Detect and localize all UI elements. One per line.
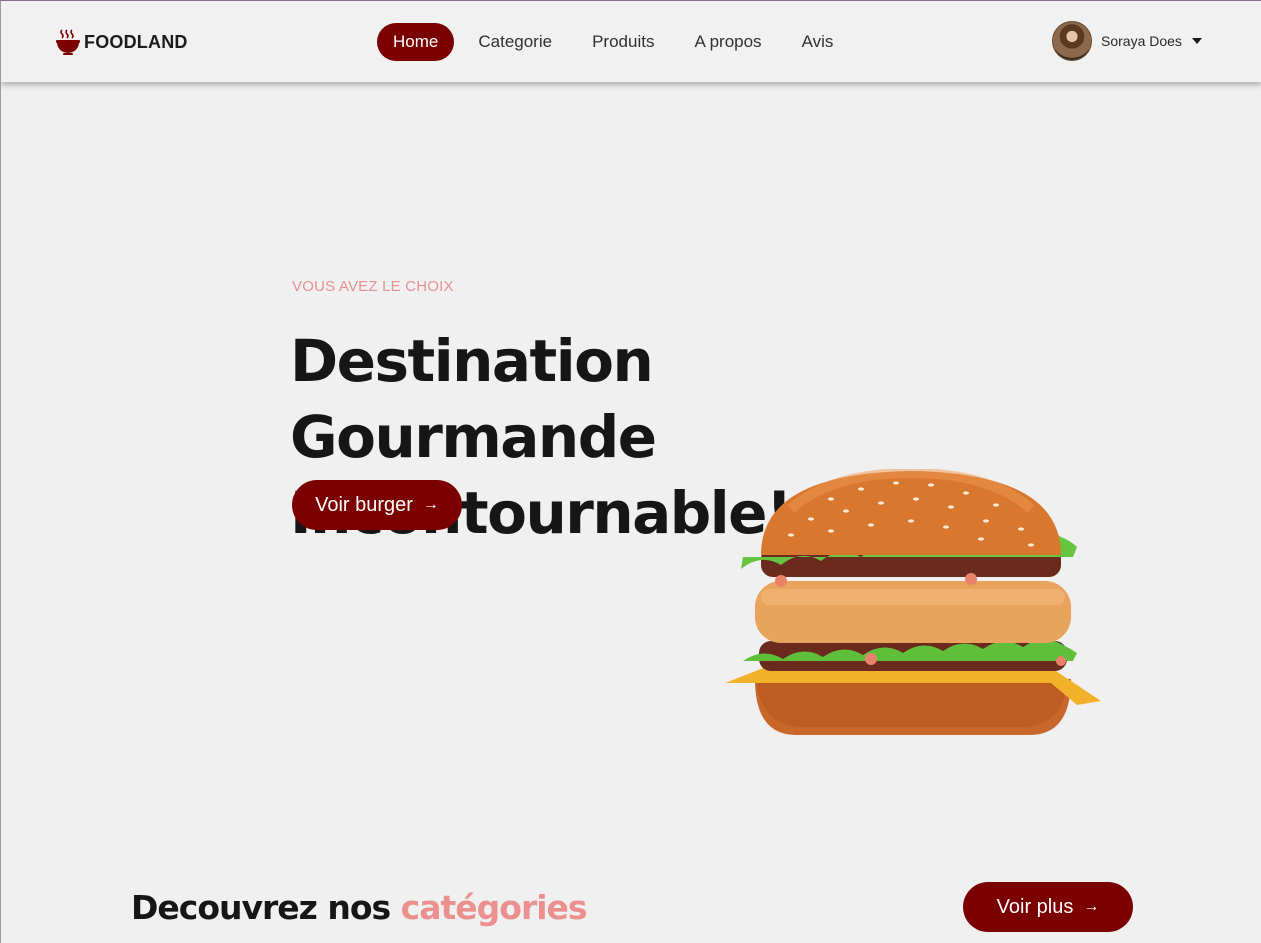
burger-image [725, 469, 1101, 735]
user-name: Soraya Does [1101, 33, 1182, 49]
steaming-bowl-icon [56, 29, 80, 55]
arrow-right-icon: → [422, 496, 439, 513]
nav-avis[interactable]: Avis [782, 23, 854, 61]
hero-title-line1: Destination Gourmande [290, 327, 657, 471]
caret-down-icon[interactable] [1191, 38, 1202, 44]
voir-plus-label: Voir plus [996, 895, 1074, 918]
avatar [1052, 21, 1092, 61]
voir-burger-button[interactable]: Voir burger → [292, 480, 462, 530]
voir-plus-button[interactable]: Voir plus → [963, 882, 1133, 932]
navbar: FOODLAND Home Categorie Produits A propo… [1, 1, 1261, 82]
categories-title-prefix: Decouvrez nos [131, 888, 391, 927]
arrow-right-icon: → [1083, 898, 1100, 915]
page: FOODLAND Home Categorie Produits A propo… [0, 0, 1261, 943]
brand-name: FOODLAND [84, 31, 188, 52]
categories-title-accent: catégories [400, 888, 588, 927]
nav-categorie[interactable]: Categorie [458, 23, 572, 61]
voir-burger-label: Voir burger [315, 493, 413, 516]
brand-logo[interactable]: FOODLAND [54, 28, 188, 56]
categories-title: Decouvrez nos catégories [131, 888, 588, 927]
nav-home[interactable]: Home [377, 23, 455, 61]
user-menu[interactable]: Soraya Does [1052, 21, 1202, 61]
nav-a-propos[interactable]: A propos [674, 23, 781, 61]
main-nav: Home Categorie Produits A propos Avis [377, 23, 853, 61]
hero-eyebrow: VOUS AVEZ LE CHOIX [292, 278, 454, 295]
nav-produits[interactable]: Produits [572, 23, 674, 61]
